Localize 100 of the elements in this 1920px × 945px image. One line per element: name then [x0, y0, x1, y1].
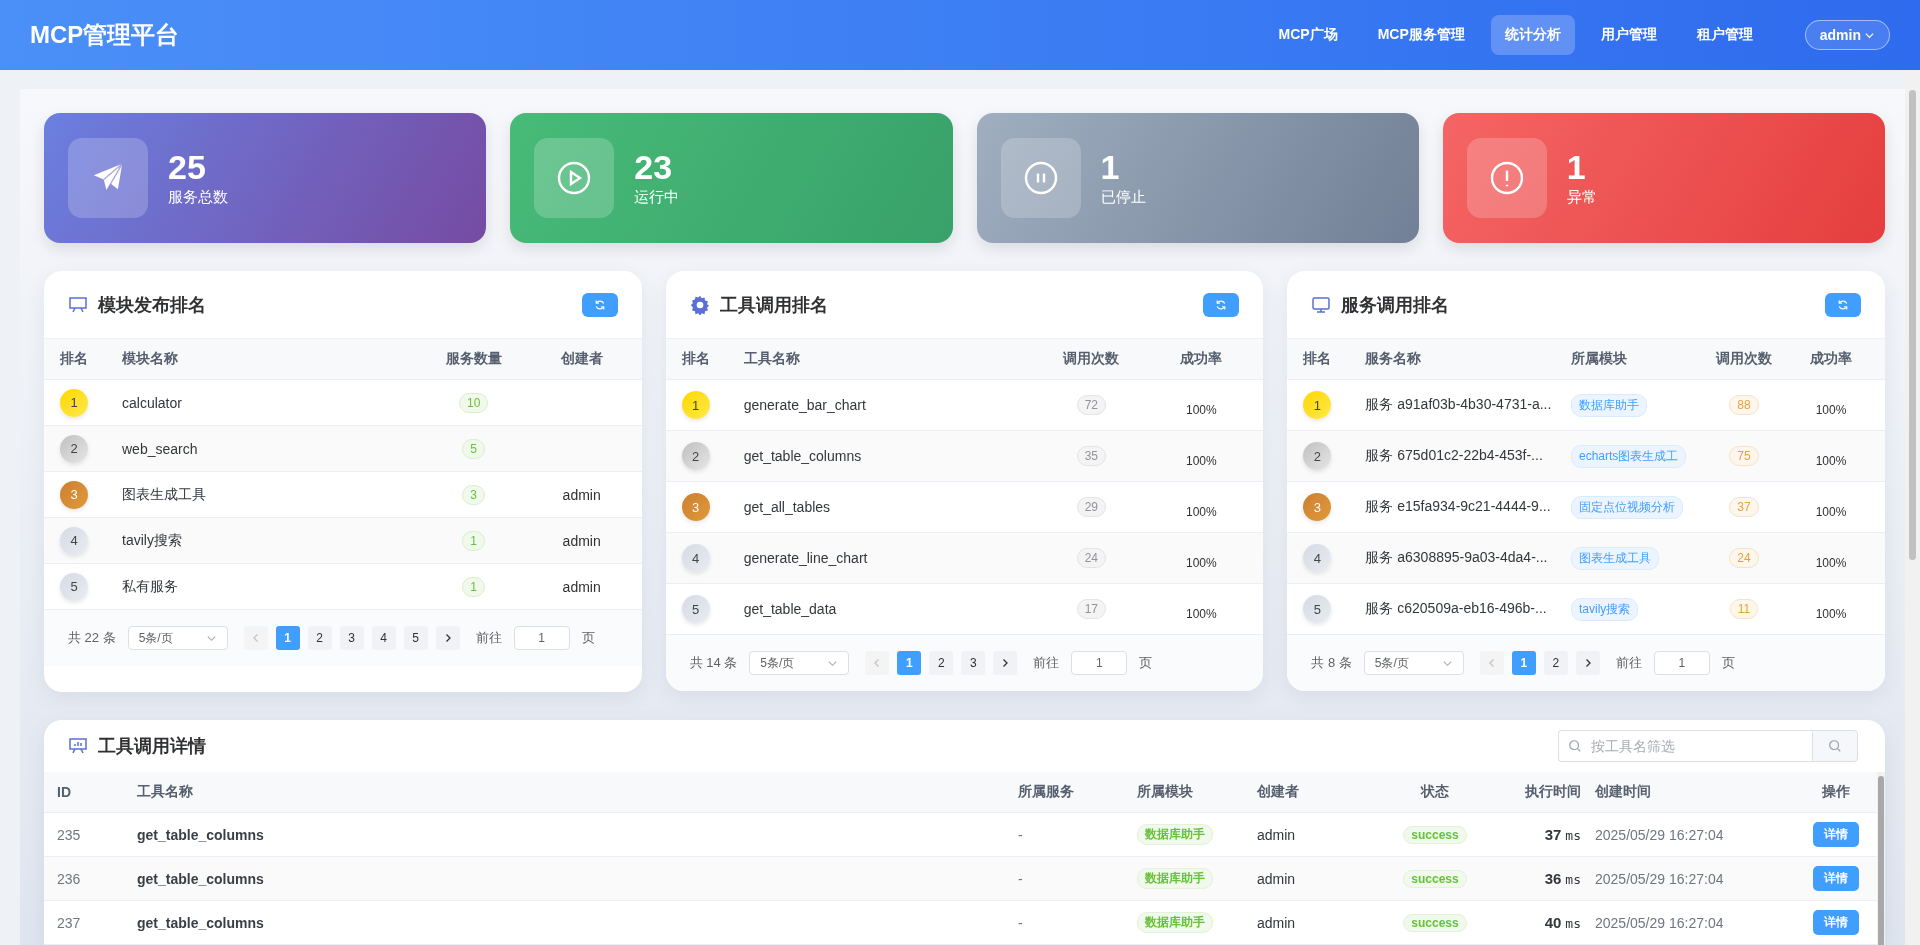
service-cell-text: -	[1018, 826, 1024, 843]
count-badge: 75	[1729, 446, 1759, 466]
status-tag: success	[1403, 913, 1467, 932]
page-size-select[interactable]: 5条/页	[127, 626, 228, 650]
goto-label: 前往	[1033, 654, 1060, 672]
page-button[interactable]: 3	[339, 626, 364, 650]
refresh-icon	[1837, 298, 1849, 311]
page-input[interactable]: 1	[1653, 651, 1710, 675]
module-tag: 固定点位视频分析	[1571, 495, 1683, 519]
nav-tab[interactable]: 统计分析	[1490, 15, 1575, 55]
stat-label: 异常	[1566, 188, 1597, 208]
page-button[interactable]: 3	[961, 651, 986, 675]
pause-circle-icon	[1022, 160, 1059, 196]
count-badge: 10	[459, 392, 489, 413]
page-button[interactable]: 2	[307, 626, 332, 650]
goto-label: 前往	[475, 629, 502, 647]
column-header: 所属模块	[1571, 350, 1628, 368]
name-cell-text: get_all_tables	[743, 499, 832, 515]
page-unit: 页	[581, 629, 595, 647]
name-cell-text: get_table_columns	[743, 448, 863, 464]
name-cell-text: generate_line_chart	[743, 550, 869, 566]
card-title: 工具调用详情	[98, 735, 207, 758]
column-header: 创建时间	[1595, 783, 1652, 801]
next-page-button[interactable]	[435, 626, 460, 650]
success-rate-cell-text: 100%	[1185, 453, 1218, 468]
monitor-icon	[1311, 294, 1332, 315]
column-header: 所属服务	[1018, 783, 1075, 801]
rank-medal: 5	[681, 595, 710, 623]
page-size-select[interactable]: 5条/页	[749, 651, 850, 675]
rank-medal: 4	[1303, 544, 1332, 572]
page-input[interactable]: 1	[513, 626, 570, 650]
nav-tab[interactable]: 租户管理	[1682, 15, 1767, 55]
success-rate-cell-text: 100%	[1814, 402, 1848, 417]
column-header: 工具名称	[137, 783, 194, 801]
rank-medal: 1	[1303, 391, 1332, 419]
page-button[interactable]: 4	[371, 626, 396, 650]
count-badge: 1	[462, 530, 485, 551]
total-count: 共 22 条	[68, 629, 116, 647]
count-badge: 17	[1076, 599, 1106, 619]
refresh-button[interactable]	[1825, 292, 1861, 317]
created-time-cell-text: 2025/05/29 16:27:04	[1595, 870, 1725, 887]
page-scrollbar[interactable]	[1909, 90, 1916, 560]
nav-tab[interactable]: MCP广场	[1264, 15, 1352, 55]
page-input[interactable]: 1	[1071, 651, 1128, 675]
id-cell-text: 236	[57, 870, 82, 887]
stat-label: 已停止	[1100, 188, 1146, 208]
nav-tab[interactable]: MCP服务管理	[1363, 15, 1479, 55]
module-tag: 图表生成工具	[1571, 546, 1659, 570]
column-header: 创建者	[559, 350, 604, 368]
stat-value: 1	[1100, 148, 1121, 187]
rank-medal: 4	[681, 544, 710, 572]
status-tag: success	[1403, 869, 1467, 888]
page-unit: 页	[1139, 654, 1153, 672]
column-header: 成功率	[1179, 350, 1224, 368]
refresh-button[interactable]	[581, 292, 618, 317]
tool-name-cell-text: get_table_columns	[137, 870, 265, 887]
rank-medal: 2	[681, 442, 710, 470]
module-tag: 数据库助手	[1137, 868, 1213, 889]
count-badge: 11	[1729, 599, 1759, 619]
refresh-button[interactable]	[1203, 292, 1240, 317]
tool-name-cell-text: get_table_columns	[137, 826, 265, 843]
nav-tab[interactable]: 用户管理	[1586, 15, 1671, 55]
column-header: 工具名称	[743, 350, 801, 368]
name-cell-text: 服务 c620509a-eb16-496b-...	[1365, 600, 1548, 618]
stat-label: 运行中	[634, 188, 680, 208]
module-tag: 数据库助手	[1137, 912, 1213, 933]
next-page-button[interactable]	[1575, 651, 1600, 675]
duration-cell: 40 ms	[1544, 915, 1581, 931]
service-cell-text: -	[1018, 870, 1024, 887]
column-header: 排名	[1303, 350, 1333, 368]
status-tag: success	[1403, 825, 1467, 844]
creator-cell-text: admin	[561, 578, 602, 595]
rank-medal: 3	[1303, 493, 1332, 521]
count-badge: 72	[1076, 395, 1106, 415]
module-tag: tavily搜索	[1571, 597, 1639, 621]
name-cell-text: 服务 a6308895-9a03-4da4-...	[1365, 549, 1549, 567]
rank-medal: 4	[60, 526, 88, 555]
rank-medal: 1	[681, 391, 710, 419]
card-title: 工具调用排名	[719, 293, 829, 317]
name-cell-text: 图表生成工具	[122, 485, 207, 504]
page-button[interactable]: 2	[1543, 651, 1568, 675]
presentation-board-icon	[68, 294, 88, 315]
user-menu[interactable]: admin	[1804, 20, 1890, 50]
stat-value: 1	[1566, 148, 1587, 187]
rank-medal: 5	[1303, 595, 1332, 623]
count-badge: 24	[1729, 548, 1759, 568]
column-header: 状态	[1419, 783, 1450, 801]
page-button[interactable]: 5	[403, 626, 428, 650]
search-field[interactable]: 按工具名筛选	[1558, 730, 1812, 762]
success-rate-cell-text: 100%	[1185, 606, 1218, 621]
page-size-select[interactable]: 5条/页	[1363, 651, 1464, 675]
column-header: 调用次数	[1061, 350, 1121, 368]
page-button[interactable]: 2	[929, 651, 954, 675]
total-count: 共 14 条	[689, 654, 738, 672]
name-cell-text: 服务 675d01c2-22b4-453f-...	[1365, 447, 1544, 465]
duration-cell: 36 ms	[1544, 871, 1581, 887]
next-page-button[interactable]	[993, 651, 1018, 675]
column-header: 排名	[60, 350, 89, 368]
count-badge: 35	[1076, 446, 1106, 466]
search-button[interactable]	[1812, 730, 1858, 762]
